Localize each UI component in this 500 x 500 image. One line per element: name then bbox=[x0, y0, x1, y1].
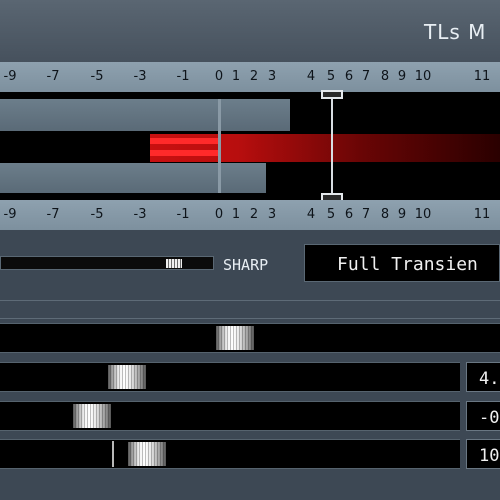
meter-scale-top: -9 -7 -5 -3 -1 0 1 2 3 4 5 6 7 8 9 10 11 bbox=[0, 62, 500, 92]
scale-tick-label: 6 bbox=[344, 207, 354, 222]
meter-bar-upper bbox=[0, 99, 290, 131]
level-meter bbox=[0, 90, 500, 202]
slider-value-field-4[interactable]: 10 bbox=[466, 439, 500, 469]
slider-thumb-4[interactable] bbox=[128, 442, 166, 466]
slider-default-mark bbox=[112, 441, 114, 467]
scale-tick-label: -3 bbox=[133, 69, 147, 84]
threshold-marker-handle-top[interactable] bbox=[321, 90, 343, 99]
scale-tick-label: -1 bbox=[176, 69, 190, 84]
mode-dropdown-value: Full Transien bbox=[337, 254, 478, 275]
scale-tick-label: 1 bbox=[231, 207, 241, 222]
scale-tick-label: -7 bbox=[46, 207, 60, 222]
scale-tick-label: -3 bbox=[133, 207, 147, 222]
scale-tick-label: -5 bbox=[90, 207, 104, 222]
scale-tick-label: 11 bbox=[473, 69, 491, 84]
scale-tick-label: 0 bbox=[214, 69, 224, 84]
scale-tick-label: -9 bbox=[3, 207, 17, 222]
slider-thumb-2[interactable] bbox=[108, 365, 146, 389]
scale-tick-label: 2 bbox=[249, 207, 259, 222]
slider-value-2: 4. bbox=[479, 369, 500, 389]
scale-tick-label: 3 bbox=[267, 207, 277, 222]
meter-peak-segment bbox=[150, 150, 218, 156]
meter-scale-bottom: -9 -7 -5 -3 -1 0 1 2 3 4 5 6 7 8 9 10 11 bbox=[0, 200, 500, 230]
scale-tick-label: 5 bbox=[326, 207, 336, 222]
scale-tick-label: 8 bbox=[380, 207, 390, 222]
scale-tick-label: -1 bbox=[176, 207, 190, 222]
meter-bar-lower bbox=[0, 163, 266, 193]
scale-tick-label: 1 bbox=[231, 69, 241, 84]
scale-tick-label: 7 bbox=[361, 69, 371, 84]
meter-peak-segment bbox=[150, 138, 218, 144]
slider-track-4[interactable] bbox=[0, 439, 460, 469]
divider bbox=[0, 318, 500, 319]
scale-tick-label: 4 bbox=[306, 207, 316, 222]
threshold-marker[interactable] bbox=[331, 92, 333, 200]
slider-value-field-2[interactable]: 4. bbox=[466, 362, 500, 392]
scale-tick-label: 8 bbox=[380, 69, 390, 84]
slider-track-2[interactable] bbox=[0, 362, 460, 392]
divider bbox=[0, 300, 500, 301]
sharp-label: SHARP bbox=[223, 256, 269, 274]
slider-track-3[interactable] bbox=[0, 401, 460, 431]
scale-tick-label: 9 bbox=[397, 69, 407, 84]
slider-value-3: -0 bbox=[479, 408, 500, 428]
scale-tick-label: 5 bbox=[326, 69, 336, 84]
scale-tick-label: 9 bbox=[397, 207, 407, 222]
plugin-title: TLs M bbox=[424, 20, 487, 44]
scale-tick-label: 3 bbox=[267, 69, 277, 84]
slider-thumb-1[interactable] bbox=[216, 326, 254, 350]
scale-tick-label: -9 bbox=[3, 69, 17, 84]
slider-thumb-3[interactable] bbox=[73, 404, 111, 428]
sharp-slider-handle[interactable] bbox=[166, 259, 182, 268]
slider-value-field-3[interactable]: -0 bbox=[466, 401, 500, 431]
scale-tick-label: 4 bbox=[306, 69, 316, 84]
scale-tick-label: 10 bbox=[414, 207, 432, 222]
scale-tick-label: 10 bbox=[414, 69, 432, 84]
scale-tick-label: 7 bbox=[361, 207, 371, 222]
scale-tick-label: -7 bbox=[46, 69, 60, 84]
scale-tick-label: 11 bbox=[473, 207, 491, 222]
slider-value-4: 10 bbox=[479, 446, 500, 466]
mode-dropdown[interactable]: Full Transien bbox=[304, 244, 500, 282]
scale-tick-label: 2 bbox=[249, 69, 259, 84]
scale-tick-label: -5 bbox=[90, 69, 104, 84]
scale-tick-label: 6 bbox=[344, 69, 354, 84]
meter-zero-line bbox=[218, 99, 221, 193]
scale-tick-label: 0 bbox=[214, 207, 224, 222]
